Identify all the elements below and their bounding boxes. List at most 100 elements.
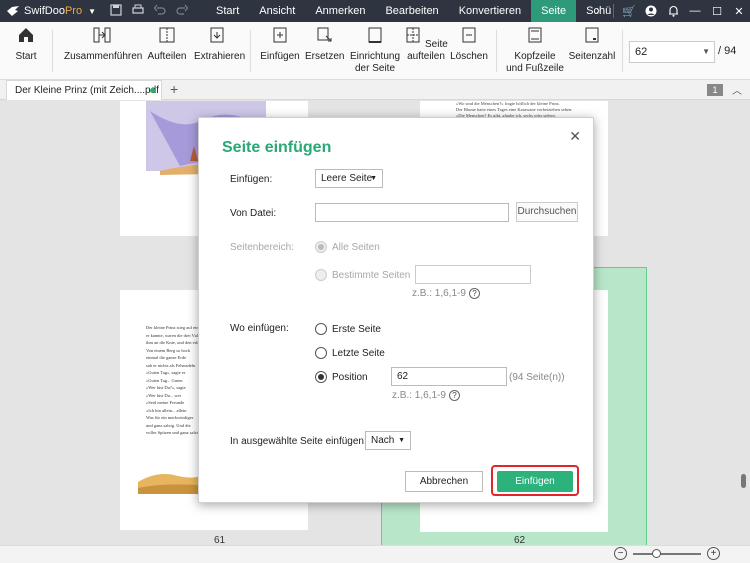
insert-button[interactable]: Einfügen <box>497 471 573 492</box>
split-button[interactable]: Aufteilen <box>146 26 188 63</box>
close-window-icon[interactable]: ✕ <box>728 0 750 22</box>
help-question-icon[interactable]: ? <box>468 288 480 299</box>
scroll-menu-right-icon[interactable]: › <box>587 0 609 22</box>
page-setup-icon <box>368 27 382 43</box>
before-after-select[interactable]: Nach ▼ <box>365 431 411 450</box>
extract-button[interactable]: Extrahieren <box>194 26 245 63</box>
delete-page-button[interactable]: Löschen <box>450 26 488 63</box>
document-tab-title: Der Kleine Prinz (mit Zeich....pdf <box>15 85 159 96</box>
menu-page[interactable]: Seite <box>531 0 577 22</box>
menu-annotate[interactable]: Anmerken <box>305 0 375 22</box>
zoom-in-icon[interactable]: + <box>707 547 720 560</box>
insert-page-button[interactable]: Einfügen <box>260 26 300 63</box>
cart-icon[interactable]: 🛒 <box>618 0 640 22</box>
current-page-value: 62 <box>635 46 648 58</box>
unsaved-dot-icon <box>150 88 155 93</box>
before-after-value: Nach <box>371 435 395 446</box>
position-radio[interactable] <box>315 371 327 383</box>
page-number-label: Seitenzahl <box>568 51 616 62</box>
total-pages: / 94 <box>718 45 737 57</box>
position-suffix: (94 Seite(n)) <box>509 372 565 383</box>
save-icon[interactable] <box>110 3 122 19</box>
specific-pages-label: Bestimmte Seiten <box>332 270 411 281</box>
page-number-button[interactable]: Seitenzahl <box>568 26 616 63</box>
swifdoo-bird-icon <box>7 6 19 16</box>
dialog-title: Seite einfügen <box>222 139 332 156</box>
replace-label: Ersetzen <box>305 51 345 62</box>
where-insert-label: Wo einfügen: <box>230 323 289 334</box>
menu-edit[interactable]: Bearbeiten <box>375 0 448 22</box>
redo-icon[interactable] <box>176 4 189 19</box>
start-button[interactable]: Start <box>12 26 40 63</box>
undo-icon[interactable] <box>153 4 166 19</box>
menu-view[interactable]: Ansicht <box>249 0 305 22</box>
header-footer-icon <box>528 27 542 43</box>
cancel-button[interactable]: Abbrechen <box>405 471 483 492</box>
insert-type-value: Leere Seite <box>321 173 373 184</box>
zoom-out-icon[interactable]: − <box>614 547 627 560</box>
range-hint: z.B.: 1,6,1-9 ? <box>412 288 480 299</box>
split-page-button[interactable]: Seite aufteilen <box>404 26 448 63</box>
collapse-chevron-icon[interactable]: ︿ <box>732 82 742 97</box>
page-setup-button[interactable]: Einrichtung der Seite <box>348 26 402 75</box>
document-tab-strip: Der Kleine Prinz (mit Zeich....pdf + 1 ︿ <box>0 80 750 100</box>
from-file-input[interactable] <box>315 203 509 222</box>
chevron-down-icon: ▼ <box>370 175 377 182</box>
split-icon <box>159 27 175 43</box>
page-count-badge: 1 <box>707 84 723 96</box>
dialog-close-icon[interactable]: ✕ <box>569 128 581 145</box>
specific-pages-radio[interactable] <box>315 269 327 281</box>
split-page-label-2: aufteilen <box>407 51 445 62</box>
page-number-61: 61 <box>214 535 226 545</box>
menu-start[interactable]: Start <box>206 0 249 22</box>
notification-bell-icon[interactable] <box>662 0 684 22</box>
position-input[interactable]: 62 <box>391 367 507 386</box>
new-tab-plus-icon[interactable]: + <box>170 81 178 97</box>
page-setup-label-1: Einrichtung <box>349 51 401 62</box>
page-number-62: 62 <box>514 535 526 545</box>
selected-page-label: In ausgewählte Seite einfügen: <box>230 436 367 447</box>
replace-page-button[interactable]: Ersetzen <box>305 26 345 63</box>
insert-type-select[interactable]: Leere Seite ▼ <box>315 169 383 188</box>
extract-label: Extrahieren <box>194 51 246 62</box>
app-logo[interactable]: SwifDoo Pro ▼ <box>0 5 96 17</box>
header-footer-label-1: Kopfzeile <box>514 51 556 62</box>
home-icon <box>19 28 33 42</box>
split-page-icon <box>406 27 420 43</box>
split-page-label-1: Seite <box>424 39 448 50</box>
app-edition: Pro <box>64 5 83 17</box>
ribbon-toolbar: Start Zusammenführen Aufteilen Extrahier… <box>0 22 750 80</box>
position-label: Position <box>332 372 368 383</box>
from-file-label: Von Datei: <box>230 208 277 219</box>
first-page-label: Erste Seite <box>332 324 381 335</box>
main-menu: Start Ansicht Anmerken Bearbeiten Konver… <box>206 0 613 22</box>
page-dropdown-icon[interactable]: ▼ <box>702 42 710 62</box>
header-footer-button[interactable]: Kopfzeile und Fußzeile <box>506 26 564 75</box>
extract-icon <box>210 27 224 43</box>
minimize-icon[interactable]: — <box>684 0 706 22</box>
page-setup-label-2: der Seite <box>354 63 396 74</box>
menu-convert[interactable]: Konvertieren <box>449 0 531 22</box>
vertical-scrollbar-thumb[interactable] <box>741 474 746 488</box>
all-pages-radio[interactable] <box>315 241 327 253</box>
zoom-slider-knob[interactable] <box>652 548 661 558</box>
position-hint-text: z.B.: 1,6,1-9 <box>392 390 446 401</box>
help-question-icon[interactable]: ? <box>448 390 460 401</box>
print-icon[interactable] <box>132 4 144 19</box>
first-page-radio[interactable] <box>315 323 327 335</box>
delete-page-icon <box>462 27 476 43</box>
maximize-icon[interactable]: ☐ <box>706 0 728 22</box>
chevron-down-icon: ▼ <box>398 437 405 444</box>
document-tab[interactable]: Der Kleine Prinz (mit Zeich....pdf <box>6 80 162 100</box>
last-page-radio[interactable] <box>315 347 327 359</box>
account-icon[interactable] <box>640 0 662 22</box>
start-label: Start <box>15 51 37 62</box>
browse-button[interactable]: Durchsuchen <box>516 202 578 222</box>
merge-icon <box>93 27 111 43</box>
status-bar: − + <box>0 545 750 563</box>
zoom-slider[interactable] <box>633 548 701 558</box>
current-page-input[interactable]: 62 ▼ <box>629 41 715 63</box>
merge-button[interactable]: Zusammenführen <box>64 26 142 63</box>
app-menu-caret-icon[interactable]: ▼ <box>88 7 96 16</box>
specific-pages-input[interactable] <box>415 265 531 284</box>
